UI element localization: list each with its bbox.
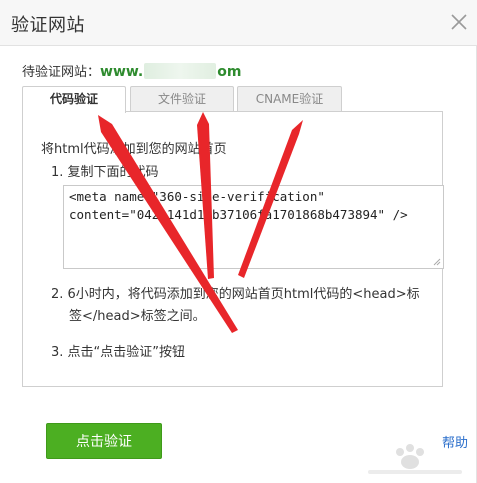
step-2: 2. 6小时内，将代码添加到您的网站首页html代码的<head>标 签</he… [51,284,420,328]
close-icon[interactable] [447,10,471,34]
redacted-domain [144,63,217,79]
verification-code-textarea[interactable]: <meta name="360-site-verification" conten… [63,185,444,269]
step-2-line-1: 2. 6小时内，将代码添加到您的网站首页html代码的<head>标 [51,287,420,302]
verify-site-dialog: 验证网站 待验证网站：www. om 代码验证 文件验证 CNAME验证 将htm… [0,0,477,483]
resize-grip-icon[interactable] [433,258,441,266]
baidu-watermark-icon [368,444,462,474]
dialog-title: 验证网站 [11,15,85,36]
site-suffix: om [217,64,242,80]
tab-cname-verify[interactable]: CNAME验证 [237,86,342,111]
tab-code-verify[interactable]: 代码验证 [22,86,126,113]
step-1: 1. 复制下面的代码 [51,165,159,180]
step-2-line-2: 签</head>标签之间。 [69,309,206,324]
code-line-1: <meta name="360-site-verification" [69,189,325,204]
site-label: 待验证网站： [22,65,101,80]
tab-file-verify[interactable]: 文件验证 [130,86,234,111]
site-to-verify: 待验证网站：www. om [22,61,241,80]
instruction-intro: 将html代码添加到您的网站首页 [41,142,227,157]
step-3: 3. 点击“点击验证”按钮 [51,345,186,360]
click-verify-button[interactable]: 点击验证 [46,423,162,459]
dialog-titlebar: 验证网站 [0,0,477,46]
code-line-2: content="042a141d19b37106fa1701868b47389… [69,207,408,222]
site-prefix: www. [100,64,144,80]
